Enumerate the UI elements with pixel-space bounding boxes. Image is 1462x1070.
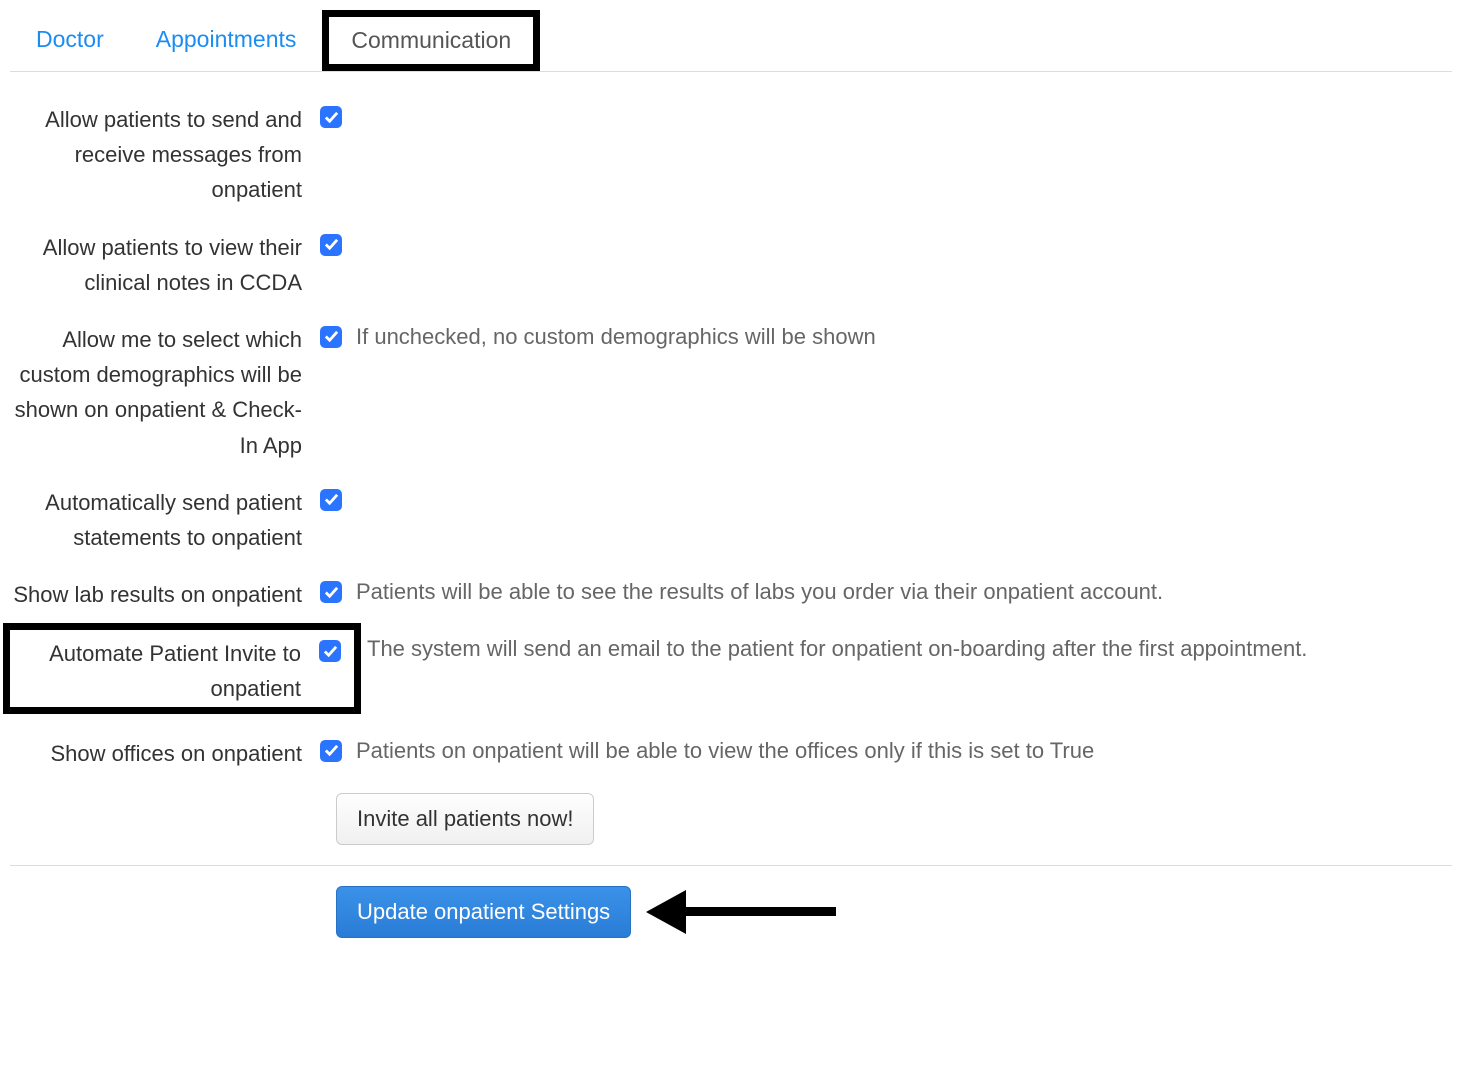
setting-row-automate-invite: Automate Patient Invite to onpatient The… [10,634,1452,713]
tab-doctor[interactable]: Doctor [10,10,130,71]
check-icon [324,110,339,125]
settings-form: Allow patients to send and receive messa… [10,102,1452,938]
setting-description [350,485,1452,487]
setting-description [350,102,1452,104]
setting-description: Patients will be able to see the results… [350,577,1452,605]
check-icon [324,743,339,758]
setting-row-lab-results: Show lab results on onpatient Patients w… [10,577,1452,612]
divider [10,865,1452,866]
setting-label: Allow me to select which custom demograp… [10,322,320,463]
setting-row-allow-ccda: Allow patients to view their clinical no… [10,230,1452,300]
invite-button-row: Invite all patients now! [10,793,1452,845]
setting-row-allow-messages: Allow patients to send and receive messa… [10,102,1452,208]
check-icon [324,329,339,344]
setting-description [350,230,1452,232]
setting-label: Automate Patient Invite to onpatient [14,636,319,706]
checkbox-automate-invite[interactable] [319,640,341,662]
setting-label: Allow patients to view their clinical no… [10,230,320,300]
setting-label: Automatically send patient statements to… [10,485,320,555]
check-icon [323,644,338,659]
tab-bar: Doctor Appointments Communication [10,10,1452,72]
setting-description: Patients on onpatient will be able to vi… [350,736,1452,764]
check-icon [324,237,339,252]
check-icon [324,585,339,600]
setting-description: If unchecked, no custom demographics wil… [350,322,1452,350]
checkbox-show-offices[interactable] [320,740,342,762]
annotation-arrow-icon [647,890,836,934]
update-onpatient-settings-button[interactable]: Update onpatient Settings [336,886,631,938]
setting-description: The system will send an email to the pat… [361,634,1452,662]
check-icon [324,492,339,507]
setting-row-auto-statements: Automatically send patient statements to… [10,485,1452,555]
checkbox-allow-ccda[interactable] [320,234,342,256]
setting-label: Show lab results on onpatient [10,577,320,612]
checkbox-lab-results[interactable] [320,581,342,603]
checkbox-custom-demographics[interactable] [320,326,342,348]
setting-row-show-offices: Show offices on onpatient Patients on on… [10,736,1452,771]
invite-all-patients-button[interactable]: Invite all patients now! [336,793,594,845]
tab-appointments[interactable]: Appointments [130,10,323,71]
setting-row-custom-demographics: Allow me to select which custom demograp… [10,322,1452,463]
checkbox-allow-messages[interactable] [320,106,342,128]
checkbox-auto-statements[interactable] [320,489,342,511]
setting-label: Show offices on onpatient [10,736,320,771]
setting-label: Allow patients to send and receive messa… [10,102,320,208]
tab-communication[interactable]: Communication [322,10,540,71]
update-button-row: Update onpatient Settings [10,886,1452,938]
